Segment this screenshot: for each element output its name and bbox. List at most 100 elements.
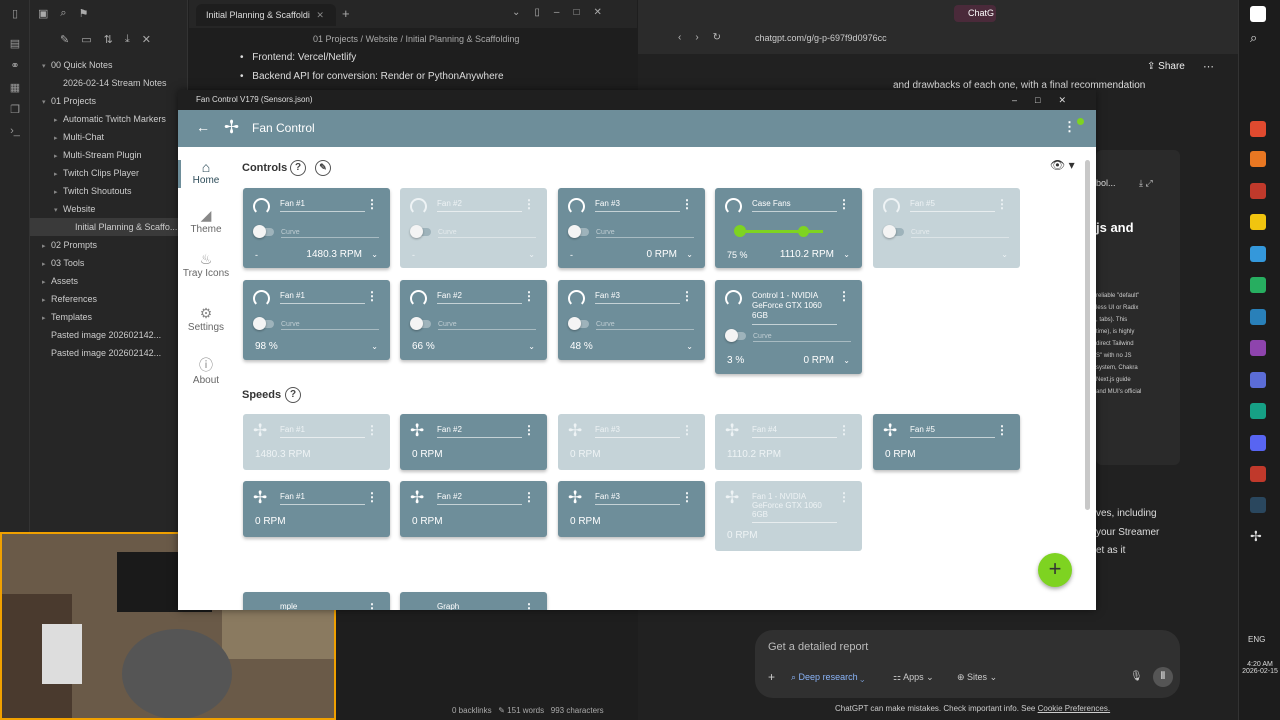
card-menu-icon[interactable]: ⋮ xyxy=(366,423,378,437)
tree-item[interactable]: ▸ Templates xyxy=(30,308,187,326)
close-icon[interactable]: ✕ xyxy=(142,33,151,46)
mic-icon[interactable]: 🎙 xyxy=(1130,671,1143,682)
tree-item[interactable]: ▸ Automatic Twitch Markers xyxy=(30,110,187,128)
fan-card[interactable]: ✢ Fan #2 ⋮ 0 RPM xyxy=(400,414,547,470)
fan-card[interactable]: Fan #2 ⋮ Curve 66 % ⌄ xyxy=(400,280,547,360)
curve-select[interactable]: Curve xyxy=(281,228,379,238)
curve-select[interactable]: Curve xyxy=(911,228,1009,238)
graph-icon[interactable]: ⚭ xyxy=(0,54,30,76)
collapse-icon[interactable]: ⤓ xyxy=(125,33,130,46)
fan-control-icon[interactable]: ✢ xyxy=(1250,528,1266,544)
back-icon[interactable]: ← xyxy=(196,119,210,135)
firefox-icon[interactable] xyxy=(1250,151,1266,167)
chevron-down-icon[interactable]: ⌄ xyxy=(528,342,535,351)
fan-card[interactable]: ✢ Fan #1 ⋮ 0 RPM xyxy=(243,481,390,537)
fan-card[interactable]: Fan #1 ⋮ Curve 98 % ⌄ xyxy=(243,280,390,360)
tree-item[interactable]: ▾ 00 Quick Notes xyxy=(30,56,187,74)
search-icon[interactable]: ⌕ xyxy=(60,7,66,20)
deep-research-chip[interactable]: ⌕ Deep research ⌄ xyxy=(791,672,864,683)
fan-card[interactable]: ✢ Fan #3 ⋮ 0 RPM xyxy=(558,414,705,470)
terminal-icon[interactable]: ›_ xyxy=(0,120,30,142)
fan-card[interactable]: Case Fans ⋮ 75 % 1110.2 RPM ⌄ xyxy=(715,188,862,268)
fan-card[interactable]: mple ⋮ xyxy=(243,592,390,610)
toggle[interactable] xyxy=(883,225,904,238)
fan-card[interactable]: Graph ⋮ xyxy=(400,592,547,610)
tree-item[interactable]: ▸ Assets xyxy=(30,272,187,290)
scrollbar[interactable] xyxy=(1085,160,1090,510)
fan-card[interactable]: ✢ Fan #4 ⋮ 1110.2 RPM xyxy=(715,414,862,470)
chevron-down-icon[interactable]: ⌄ xyxy=(686,342,693,351)
copy-icon[interactable]: ❐ xyxy=(0,98,30,120)
card-menu-icon[interactable]: ⋮ xyxy=(366,601,378,610)
new-tab-icon[interactable]: + xyxy=(342,6,350,21)
chevron-down-icon[interactable]: ⌄ xyxy=(1001,250,1008,259)
wand-icon[interactable]: ✎ xyxy=(315,160,331,176)
menu-icon[interactable]: ⋮ xyxy=(1063,119,1076,135)
app-icon[interactable] xyxy=(1250,246,1266,262)
sort-icon[interactable]: ⇅ xyxy=(104,33,113,46)
card-menu-icon[interactable]: ⋮ xyxy=(523,490,535,504)
app-icon[interactable] xyxy=(1250,466,1266,482)
nav-theme[interactable]: ◢ Theme xyxy=(182,207,230,235)
card-menu-icon[interactable]: ⋮ xyxy=(366,490,378,504)
toggle[interactable] xyxy=(568,225,589,238)
toggle[interactable] xyxy=(410,317,431,330)
curve-select[interactable]: Curve xyxy=(438,228,536,238)
app-icon[interactable] xyxy=(1250,403,1266,419)
tree-item[interactable]: Pasted image 202602142... xyxy=(30,326,187,344)
chevron-down-icon[interactable]: ⌄ xyxy=(843,250,850,259)
card-menu-icon[interactable]: ⋮ xyxy=(366,197,378,211)
chevron-down-icon[interactable]: ⌄ xyxy=(371,250,378,259)
fan-card[interactable]: Fan #3 ⋮ Curve 48 % ⌄ xyxy=(558,280,705,360)
curve-select[interactable]: Curve xyxy=(438,320,536,330)
card-menu-icon[interactable]: ⋮ xyxy=(838,490,850,504)
new-folder-icon[interactable]: ▭ xyxy=(81,33,91,46)
more-icon[interactable]: ⋯ xyxy=(1203,60,1214,73)
toggle[interactable] xyxy=(253,225,274,238)
fan-card[interactable]: ✢ Fan #3 ⋮ 0 RPM xyxy=(558,481,705,537)
tree-item[interactable]: ▸ References xyxy=(30,290,187,308)
fan-card[interactable]: Fan #2 ⋮ Curve - ⌄ xyxy=(400,188,547,268)
sidebar-toggle-icon[interactable]: ▯ xyxy=(0,2,30,24)
card-menu-icon[interactable]: ⋮ xyxy=(681,490,693,504)
nav-about[interactable]: ⓘ About xyxy=(182,355,230,386)
tree-item[interactable]: Initial Planning & Scaffo... xyxy=(30,218,187,236)
chevron-down-icon[interactable]: ⌄ xyxy=(686,250,693,259)
nav-settings[interactable]: ⚙ Settings xyxy=(182,305,230,333)
app-icon[interactable] xyxy=(1250,183,1266,199)
tree-item[interactable]: ▸ 03 Tools xyxy=(30,254,187,272)
app-icon[interactable] xyxy=(1250,309,1266,325)
tree-item[interactable]: Pasted image 202602142... xyxy=(30,344,187,362)
window-controls[interactable]: –□✕ xyxy=(1012,90,1084,110)
app-icon[interactable] xyxy=(1250,372,1266,388)
card-menu-icon[interactable]: ⋮ xyxy=(838,289,850,303)
toggle[interactable] xyxy=(410,225,431,238)
slider-thumb[interactable] xyxy=(797,226,809,237)
app-icon[interactable] xyxy=(1250,121,1266,137)
tab-chatgpt[interactable]: ChatG xyxy=(954,5,996,22)
card-menu-icon[interactable]: ⋮ xyxy=(681,289,693,303)
tree-item[interactable]: ▸ 02 Prompts xyxy=(30,236,187,254)
fan-card[interactable]: Fan #5 ⋮ Curve ⌄ xyxy=(873,188,1020,268)
curve-select[interactable]: Curve xyxy=(596,228,694,238)
add-icon[interactable]: + xyxy=(768,670,775,684)
app-icon[interactable] xyxy=(1250,340,1266,356)
app-icon[interactable] xyxy=(1250,277,1266,293)
nav-tray-icons[interactable]: ♨ Tray Icons xyxy=(182,251,230,279)
card-menu-icon[interactable]: ⋮ xyxy=(838,197,850,211)
chevron-down-icon[interactable]: ⌄ xyxy=(843,356,850,365)
clock[interactable]: 4:20 AM 2026-02-15 xyxy=(1242,661,1278,675)
cookie-link[interactable]: Cookie Preferences. xyxy=(1038,704,1110,713)
curve-select[interactable]: Curve xyxy=(596,320,694,330)
card-menu-icon[interactable]: ⋮ xyxy=(681,423,693,437)
new-note-icon[interactable]: ✎ xyxy=(60,33,69,46)
help-icon[interactable]: ? xyxy=(285,387,301,403)
card-menu-icon[interactable]: ⋮ xyxy=(996,197,1008,211)
search-icon[interactable]: ⌕ xyxy=(1250,30,1266,46)
toggle[interactable] xyxy=(568,317,589,330)
tree-item[interactable]: ▾ Website xyxy=(30,200,187,218)
address-bar[interactable]: chatgpt.com/g/g-p-697f9d0976cc xyxy=(755,29,925,47)
chat-input[interactable]: Get a detailed report xyxy=(768,641,868,653)
card-menu-icon[interactable]: ⋮ xyxy=(523,423,535,437)
toggle[interactable] xyxy=(253,317,274,330)
